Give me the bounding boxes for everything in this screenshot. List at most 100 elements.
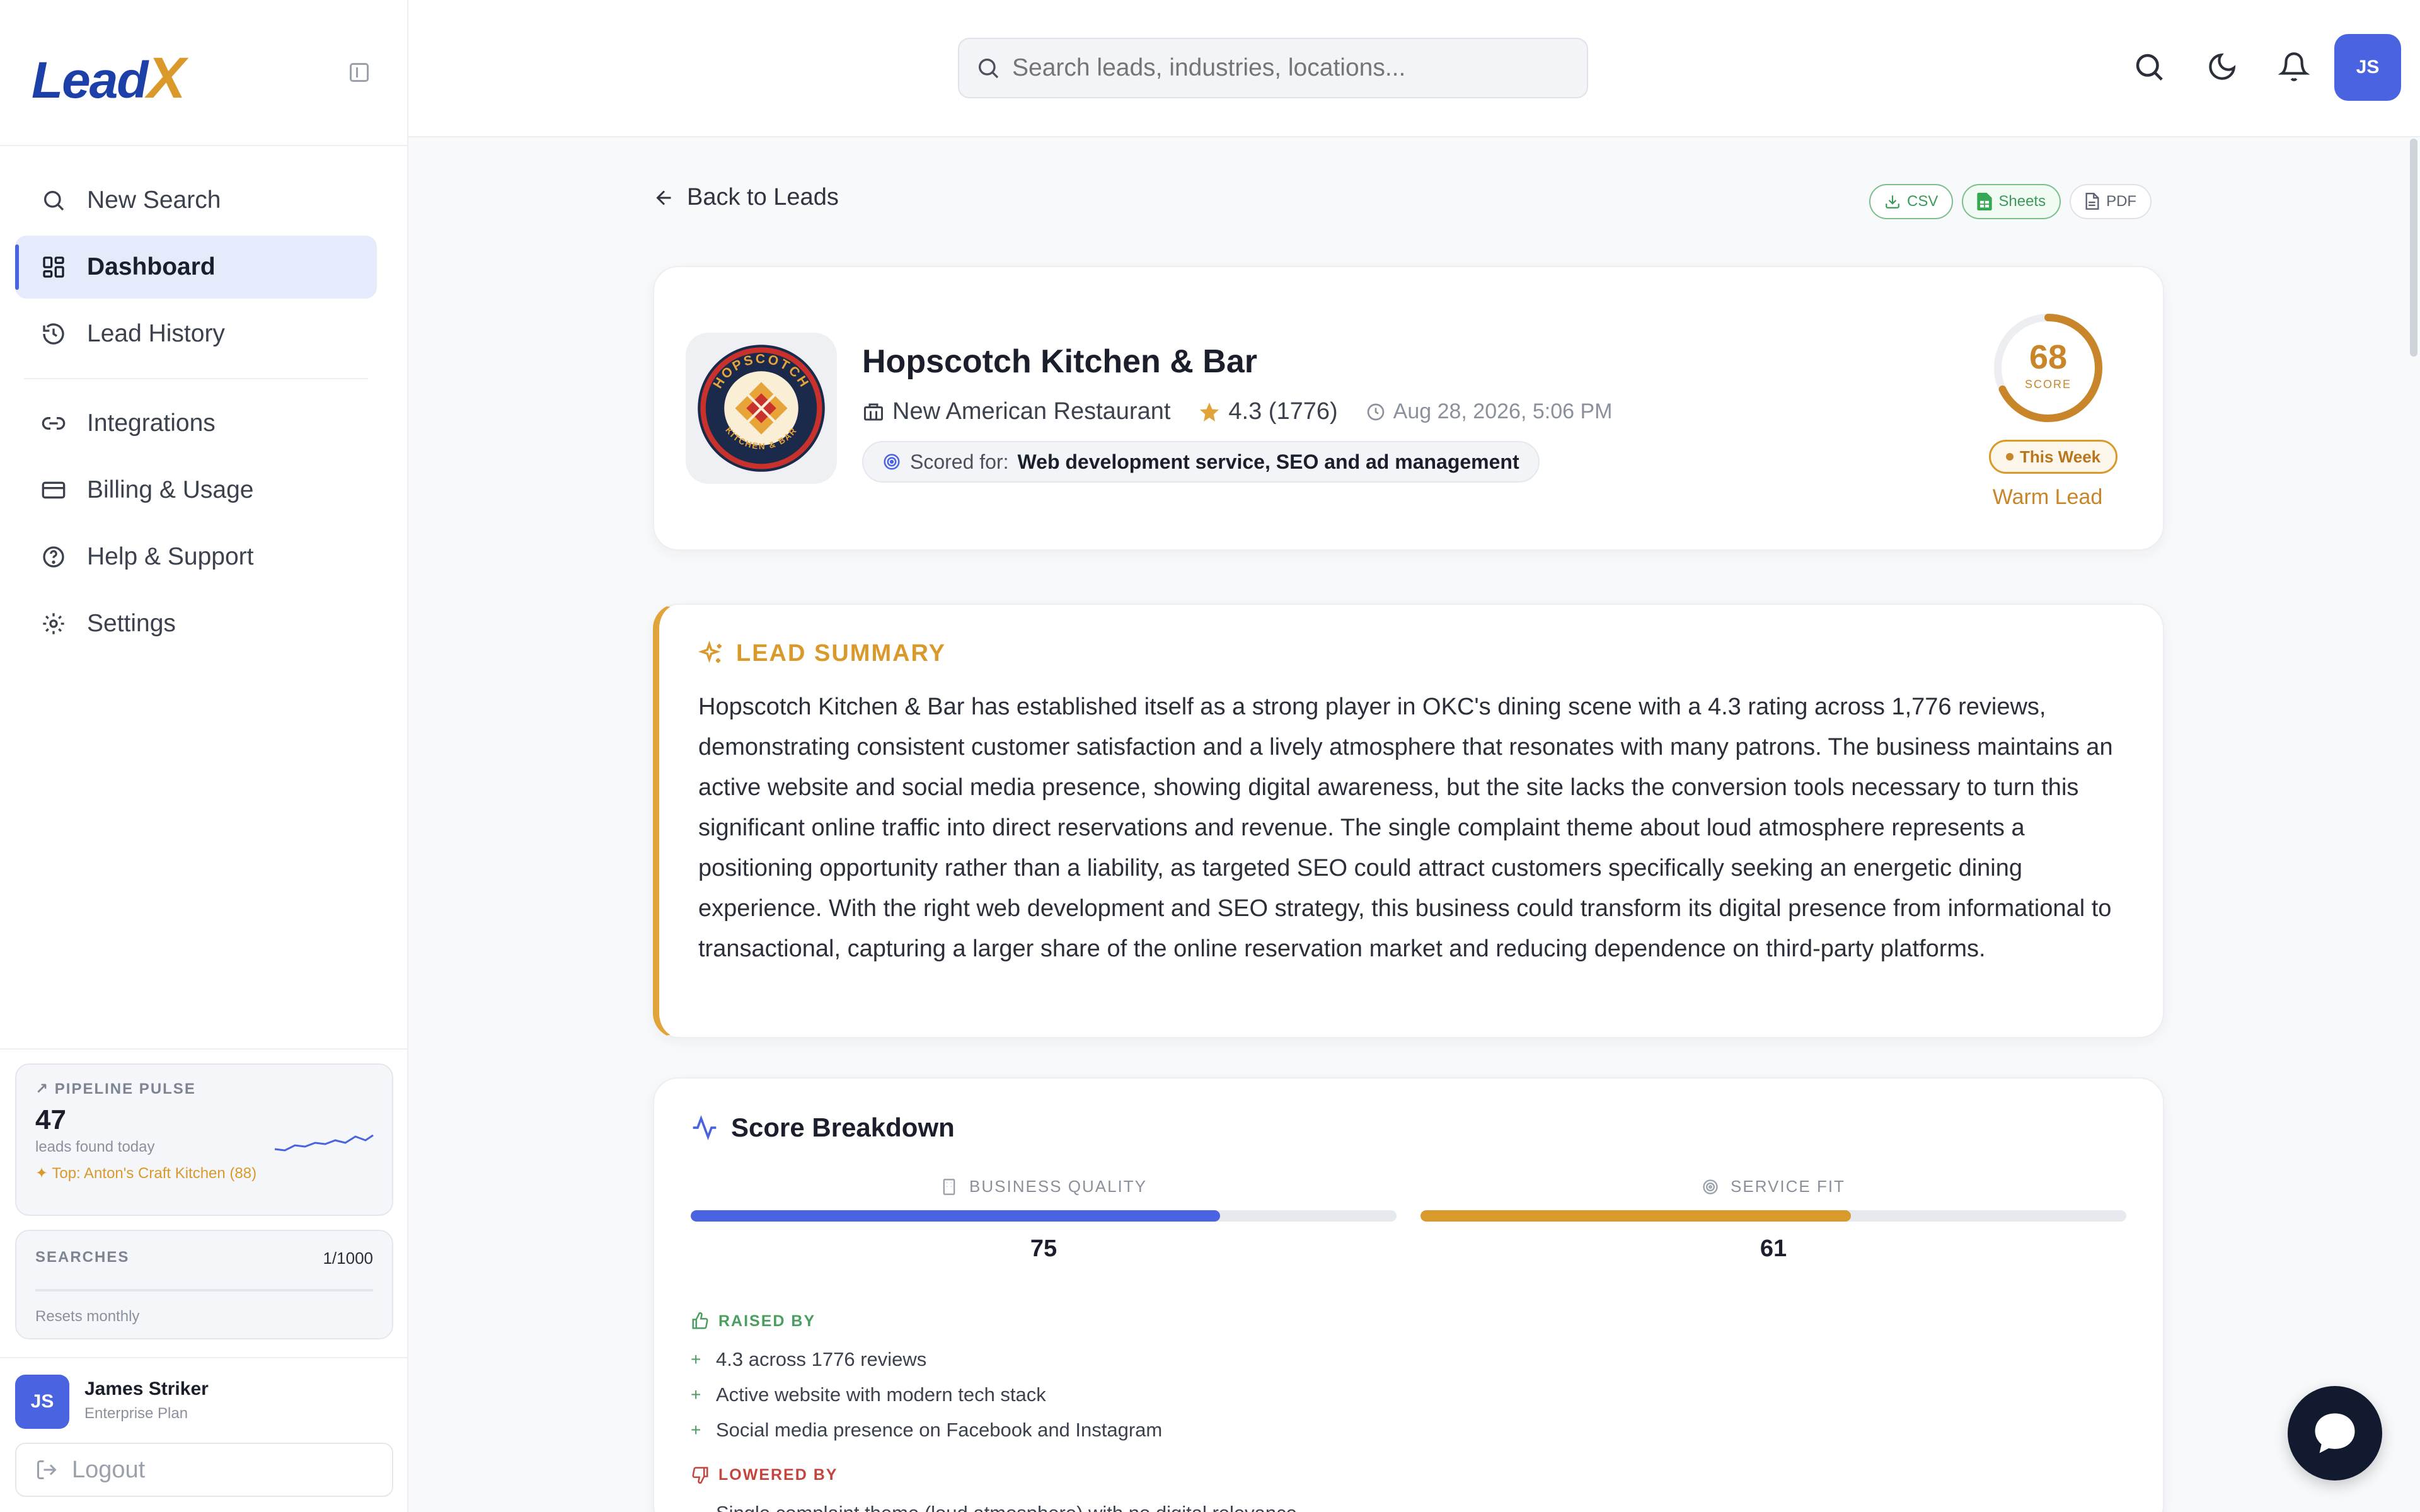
raised-by-list: +4.3 across 1776 reviews + Active website … (691, 1342, 1162, 1448)
sidebar-item-label: Settings (87, 610, 176, 637)
list-item: +4.3 across 1776 reviews (691, 1342, 1162, 1377)
link-icon (39, 409, 68, 438)
global-search[interactable] (958, 38, 1588, 98)
export-pdf-label: PDF (2106, 193, 2137, 210)
sidebar-item-label: New Search (87, 186, 221, 214)
lead-temperature: Warm Lead (1992, 485, 2103, 509)
sidebar-item-label: Dashboard (87, 253, 216, 280)
sidebar-item-lead-history[interactable]: Lead History (15, 302, 377, 365)
list-item: −Single complaint theme (loud atmosphere… (691, 1496, 1297, 1512)
score-breakdown-title-text: Score Breakdown (731, 1113, 955, 1142)
lowered-by-list: −Single complaint theme (loud atmosphere… (691, 1496, 1297, 1512)
user-name: James Striker (84, 1378, 209, 1399)
dark-mode-icon[interactable] (2203, 48, 2241, 86)
logout-button[interactable]: Logout (15, 1443, 393, 1497)
sidebar: LeadX New Search Dashboard Lead History (0, 0, 408, 1512)
list-item-text: Single complaint theme (loud atmosphere)… (716, 1502, 1297, 1512)
lead-category: New American Restaurant (862, 398, 1170, 425)
pipeline-sparkline (274, 1134, 374, 1152)
header-search-icon[interactable] (2130, 48, 2168, 86)
activity-icon (691, 1114, 718, 1142)
plus-icon: + (691, 1349, 701, 1369)
export-buttons: CSV Sheets PDF (1869, 184, 2152, 219)
avatar[interactable]: JS (2334, 34, 2401, 101)
searches-count: 1/1000 (323, 1249, 373, 1268)
chat-icon (2308, 1407, 2361, 1460)
score-value: 68 (2029, 338, 2068, 376)
sparkles-icon (698, 640, 725, 667)
sidebar-item-integrations[interactable]: Integrations (15, 392, 377, 455)
page-scrollbar[interactable] (2407, 137, 2420, 1512)
export-pdf-button[interactable]: PDF (2070, 184, 2152, 219)
lead-summary-text: Hopscotch Kitchen & Bar has established … (698, 694, 2113, 962)
service-fit-value: 61 (1760, 1235, 1787, 1262)
scrollbar-thumb[interactable] (2410, 139, 2417, 357)
list-item: + Active website with modern tech stack (691, 1377, 1162, 1412)
status-dot (2006, 453, 2014, 461)
business-quality-fill (691, 1210, 1220, 1222)
sidebar-item-billing[interactable]: Billing & Usage (15, 459, 377, 522)
sparkle-icon: ✦ (35, 1165, 52, 1182)
logout-icon (35, 1458, 58, 1481)
history-icon (39, 319, 68, 348)
lead-header-card: HOPSCOTCH KITCHEN & BAR Hopscotch Kitche… (653, 266, 2164, 551)
lead-rating-text: 4.3 (1776) (1228, 398, 1338, 425)
thumbs-down-icon (691, 1465, 710, 1484)
plus-icon: + (691, 1420, 701, 1440)
user-row: JS James Striker Enterprise Plan Logout (0, 1357, 408, 1512)
business-quality-label: BUSINESS QUALITY (969, 1177, 1147, 1196)
target-icon (1702, 1178, 1719, 1196)
brand-name-part2: X (147, 46, 185, 110)
brand-logo[interactable]: LeadX (32, 45, 186, 112)
lead-name: Hopscotch Kitchen & Bar (862, 343, 1257, 380)
plus-icon: + (691, 1385, 701, 1404)
score-breakdown-card: Score Breakdown BUSINESS QUALITY 75 SERV… (653, 1077, 2164, 1512)
list-item-text: Active website with modern tech stack (716, 1383, 1046, 1406)
sidebar-item-new-search[interactable]: New Search (15, 169, 377, 232)
sidebar-bottom-divider (0, 1048, 408, 1050)
lead-meta: New American Restaurant 4.3 (1776) Aug 2… (862, 398, 1640, 425)
avatar[interactable]: JS (15, 1375, 69, 1429)
searches-progress (35, 1289, 373, 1292)
raised-by-heading: RAISED BY (691, 1312, 815, 1331)
file-icon (2085, 193, 2100, 210)
lead-timestamp-text: Aug 28, 2026, 5:06 PM (1393, 399, 1613, 423)
sidebar-nav: New Search Dashboard Lead History Integr… (15, 169, 377, 659)
chat-launcher-button[interactable] (2288, 1386, 2382, 1480)
back-label: Back to Leads (687, 184, 839, 210)
search-input[interactable] (1012, 54, 1567, 82)
sidebar-item-dashboard[interactable]: Dashboard (15, 236, 377, 299)
bell-icon[interactable] (2275, 48, 2313, 86)
sheets-icon (1977, 193, 1993, 210)
sidebar-item-label: Help & Support (87, 543, 254, 570)
sidebar-item-settings[interactable]: Settings (15, 592, 377, 655)
logo-row: LeadX (0, 0, 407, 146)
gear-icon (39, 609, 68, 638)
pipeline-pulse-card[interactable]: ↗ PIPELINE PULSE 47 leads found today ✦ … (15, 1063, 393, 1216)
lead-summary-card: LEAD SUMMARY Hopscotch Kitchen & Bar has… (653, 604, 2164, 1038)
arrow-left-icon (653, 186, 676, 209)
dashboard-icon (39, 253, 68, 282)
list-item: + Social media presence on Facebook and I… (691, 1412, 1162, 1448)
lead-rating: 4.3 (1776) (1198, 398, 1338, 425)
scored-for-pill: Scored for: Web development service, SEO… (862, 441, 1540, 483)
sidebar-item-label: Billing & Usage (87, 476, 254, 503)
card-icon (39, 476, 68, 505)
sidebar-item-help[interactable]: Help & Support (15, 525, 377, 588)
lead-timestamp: Aug 28, 2026, 5:06 PM (1366, 399, 1613, 424)
raised-by-label: RAISED BY (718, 1312, 816, 1330)
top-header: JS (408, 0, 2420, 137)
sidebar-collapse-icon[interactable] (350, 63, 369, 82)
lowered-by-heading: LOWERED BY (691, 1465, 838, 1484)
back-to-leads-link[interactable]: Back to Leads (653, 184, 839, 211)
scored-for-label: Scored for: (910, 450, 1009, 473)
export-csv-button[interactable]: CSV (1869, 184, 1954, 219)
sidebar-item-label: Lead History (87, 320, 225, 347)
export-sheets-button[interactable]: Sheets (1962, 184, 2061, 219)
trend-icon: ↗ (35, 1080, 55, 1097)
searches-reset-note: Resets monthly (35, 1308, 140, 1325)
export-csv-label: CSV (1907, 193, 1939, 210)
user-plan: Enterprise Plan (84, 1405, 188, 1422)
searches-card: SEARCHES 1/1000 Resets monthly (15, 1230, 393, 1339)
service-fit-bar (1420, 1210, 2126, 1222)
